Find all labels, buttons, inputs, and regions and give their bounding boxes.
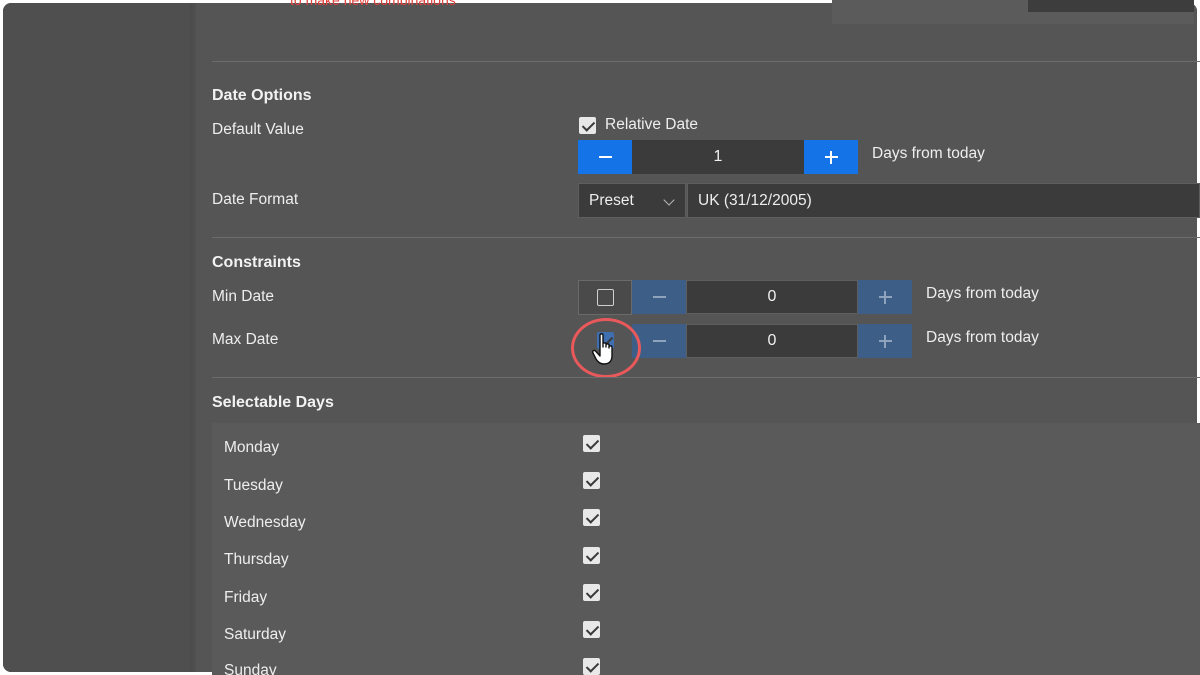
day-checkbox-sunday[interactable] xyxy=(583,658,600,675)
date-format-mode-picker[interactable]: Preset xyxy=(578,183,686,218)
chevron-down-icon xyxy=(663,194,675,206)
max-date-suffix: Days from today xyxy=(926,329,1039,346)
hand-pointer-icon xyxy=(592,333,613,365)
day-label-thursday: Thursday xyxy=(224,551,289,568)
default-decrement-button[interactable] xyxy=(578,140,632,174)
max-increment-button[interactable] xyxy=(858,324,912,358)
date-format-label: Date Format xyxy=(212,191,299,208)
max-date-input[interactable]: 0 xyxy=(686,324,858,358)
day-checkbox-wednesday[interactable] xyxy=(583,509,600,526)
date-format-field[interactable]: UK (31/12/2005) xyxy=(687,183,1200,218)
divider xyxy=(212,61,1200,62)
day-label-sunday: Sunday xyxy=(224,662,277,675)
default-increment-button[interactable] xyxy=(804,140,858,174)
min-date-input[interactable]: 0 xyxy=(686,280,858,314)
day-checkbox-thursday[interactable] xyxy=(583,547,600,564)
left-gutter xyxy=(3,3,193,672)
relative-date-checkbox[interactable] xyxy=(579,117,596,134)
min-date-checkbox[interactable] xyxy=(597,289,614,306)
day-label-monday: Monday xyxy=(224,439,280,456)
default-value-input[interactable]: 1 xyxy=(632,140,804,174)
date-options-title: Date Options xyxy=(212,87,312,104)
selectable-days-title: Selectable Days xyxy=(212,394,334,411)
date-format-value: UK (31/12/2005) xyxy=(698,191,812,209)
selectable-days-list xyxy=(212,423,1200,675)
minus-icon xyxy=(652,296,666,298)
constraints-title: Constraints xyxy=(212,254,301,271)
default-value-label: Default Value xyxy=(212,121,304,138)
top-right-field[interactable] xyxy=(1028,0,1194,12)
day-label-tuesday: Tuesday xyxy=(224,477,283,494)
plus-icon xyxy=(824,150,838,164)
min-increment-button[interactable] xyxy=(858,280,912,314)
default-value-suffix: Days from today xyxy=(872,145,985,162)
date-format-mode-value: Preset xyxy=(589,191,634,209)
minus-icon xyxy=(598,156,612,158)
plus-icon xyxy=(878,290,892,304)
divider xyxy=(212,377,1200,378)
day-checkbox-saturday[interactable] xyxy=(583,621,600,638)
min-date-suffix: Days from today xyxy=(926,285,1039,302)
minus-icon xyxy=(652,340,666,342)
day-label-friday: Friday xyxy=(224,589,268,606)
day-checkbox-tuesday[interactable] xyxy=(583,472,600,489)
relative-date-label: Relative Date xyxy=(605,116,699,133)
plus-icon xyxy=(878,334,892,348)
divider xyxy=(212,237,1200,238)
day-checkbox-friday[interactable] xyxy=(583,584,600,601)
max-date-label: Max Date xyxy=(212,331,279,348)
min-date-label: Min Date xyxy=(212,288,275,305)
min-decrement-button[interactable] xyxy=(632,280,686,314)
day-label-saturday: Saturday xyxy=(224,626,287,643)
day-checkbox-monday[interactable] xyxy=(583,435,600,452)
day-label-wednesday: Wednesday xyxy=(224,514,306,531)
combination-warning: to make new combinations xyxy=(290,0,456,8)
